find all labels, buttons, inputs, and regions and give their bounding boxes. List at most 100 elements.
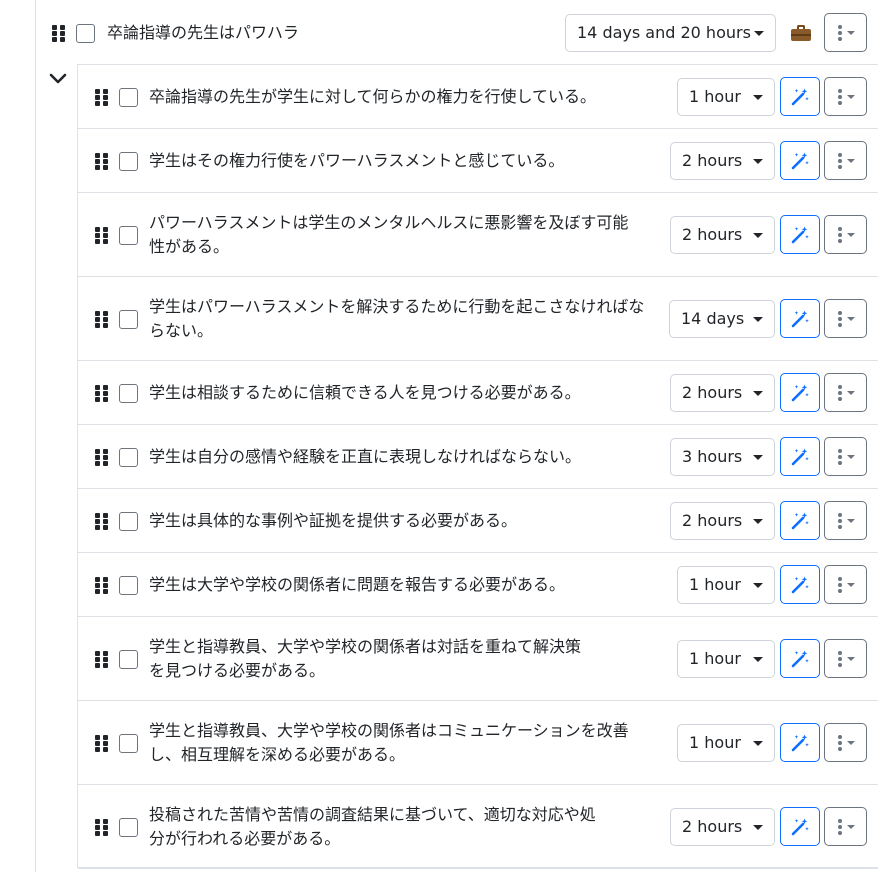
subtask-text-line: を見つける必要がある。 <box>149 661 326 680</box>
magic-wand-button[interactable] <box>780 77 820 116</box>
chevron-down-icon[interactable] <box>49 73 67 85</box>
subtask-checkbox[interactable] <box>119 512 138 531</box>
subtask-menu-button[interactable] <box>824 215 867 254</box>
grip-icon[interactable] <box>95 651 108 668</box>
subtask-duration-select[interactable]: 2 hours <box>670 216 775 254</box>
magic-wand-button[interactable] <box>780 437 820 476</box>
subtask-duration-select[interactable]: 3 hours <box>670 438 775 476</box>
kebab-menu-icon <box>838 577 842 593</box>
subtask-checkbox[interactable] <box>119 576 138 595</box>
grip-icon[interactable] <box>95 577 108 594</box>
grip-icon[interactable] <box>95 449 108 466</box>
grip-icon[interactable] <box>95 89 108 106</box>
subtask-text: パワーハラスメントは学生のメンタルヘルスに悪影響を及ぼす可能 性がある。 <box>149 211 628 259</box>
subtask-text: 卒論指導の先生が学生に対して何らかの権力を行使している。 <box>149 85 596 109</box>
grip-icon[interactable] <box>95 153 108 170</box>
subtask-duration-select[interactable]: 1 hour <box>677 78 775 116</box>
grip-icon[interactable] <box>95 311 108 328</box>
kebab-menu-icon <box>838 153 842 169</box>
magic-wand-icon <box>791 152 809 170</box>
subtask-menu-button[interactable] <box>824 373 867 412</box>
parent-menu-button[interactable] <box>824 13 867 52</box>
subtask-duration-value: 2 hours <box>682 225 743 244</box>
magic-wand-button[interactable] <box>780 373 820 412</box>
subtask-checkbox[interactable] <box>119 650 138 669</box>
subtask-duration-value: 1 hour <box>689 733 741 752</box>
grip-icon[interactable] <box>95 819 108 836</box>
subtask-row: 投稿された苦情や苦情の調査結果に基づいて、適切な対応や処 分が行われる必要がある。… <box>78 785 878 869</box>
subtask-duration-select[interactable]: 1 hour <box>677 640 775 678</box>
subtask-checkbox[interactable] <box>119 88 138 107</box>
magic-wand-button[interactable] <box>780 807 820 846</box>
subtask-duration-value: 2 hours <box>682 151 743 170</box>
subtask-checkbox[interactable] <box>119 448 138 467</box>
subtask-duration-select[interactable]: 14 days <box>669 300 775 338</box>
magic-wand-button[interactable] <box>780 215 820 254</box>
caret-down-icon <box>847 657 855 661</box>
magic-wand-button[interactable] <box>780 723 820 762</box>
magic-wand-button[interactable] <box>780 141 820 180</box>
subtask-checkbox[interactable] <box>119 384 138 403</box>
subtask-duration-select[interactable]: 1 hour <box>677 566 775 604</box>
subtask-menu-button[interactable] <box>824 141 867 180</box>
subtask-duration-value: 1 hour <box>689 87 741 106</box>
subtask-menu-button[interactable] <box>824 299 867 338</box>
subtask-menu-button[interactable] <box>824 807 867 846</box>
subtask-checkbox[interactable] <box>119 152 138 171</box>
subtask-duration-select[interactable]: 2 hours <box>670 808 775 846</box>
subtask-text-line: し、相互理解を深める必要がある。 <box>149 745 406 764</box>
subtask-checkbox[interactable] <box>119 734 138 753</box>
subtask-menu-button[interactable] <box>824 639 867 678</box>
magic-wand-icon <box>791 310 809 328</box>
caret-down-icon <box>753 657 763 662</box>
caret-down-icon <box>847 391 855 395</box>
subtask-menu-button[interactable] <box>824 565 867 604</box>
magic-wand-icon <box>791 448 809 466</box>
caret-down-icon <box>753 583 763 588</box>
subtask-duration-select[interactable]: 2 hours <box>670 142 775 180</box>
caret-down-icon <box>847 95 855 99</box>
subtask-text-line: 性がある。 <box>149 237 230 256</box>
subtask-duration-select[interactable]: 2 hours <box>670 502 775 540</box>
magic-wand-icon <box>791 734 809 752</box>
subtask-menu-button[interactable] <box>824 501 867 540</box>
grip-icon[interactable] <box>95 735 108 752</box>
grip-icon[interactable] <box>95 227 108 244</box>
subtask-checkbox[interactable] <box>119 310 138 329</box>
kebab-menu-icon <box>838 311 842 327</box>
subtask-checkbox[interactable] <box>119 818 138 837</box>
magic-wand-button[interactable] <box>780 501 820 540</box>
subtask-text: 学生は相談するために信頼できる人を見つける必要がある。 <box>149 381 581 405</box>
subtask-text-line: 学生は自分の感情や経験を正直に表現しなければならない。 <box>149 447 582 466</box>
subtask-text: 学生は自分の感情や経験を正直に表現しなければならない。 <box>149 445 581 469</box>
subtask-checkbox[interactable] <box>119 226 138 245</box>
indent-rule <box>35 0 36 872</box>
subtask-duration-value: 2 hours <box>682 817 743 836</box>
subtask-text-line: 学生はその権力行使をパワーハラスメントと感じている。 <box>149 151 565 170</box>
magic-wand-button[interactable] <box>780 639 820 678</box>
subtask-duration-select[interactable]: 2 hours <box>670 374 775 412</box>
magic-wand-button[interactable] <box>780 299 820 338</box>
subtask-text-line: 投稿された苦情や苦情の調査結果に基づいて、適切な対応や処 <box>149 805 596 824</box>
magic-wand-button[interactable] <box>780 565 820 604</box>
subtask-text: 学生と指導教員、大学や学校の関係者は対話を重ねて解決策 を見つける必要がある。 <box>149 635 581 683</box>
subtask-row: 学生は具体的な事例や証拠を提供する必要がある。 2 hours <box>78 489 878 553</box>
grip-icon[interactable] <box>95 513 108 530</box>
caret-down-icon <box>753 317 763 322</box>
kebab-menu-icon <box>838 449 842 465</box>
subtask-menu-button[interactable] <box>824 77 867 116</box>
parent-task-checkbox[interactable] <box>76 24 95 43</box>
subtask-text: 学生はパワーハラスメントを解決するために行動を起こさなければな らない。 <box>149 295 644 343</box>
grip-icon[interactable] <box>95 385 108 402</box>
grip-icon[interactable] <box>52 25 65 42</box>
subtask-text-line: 学生はパワーハラスメントを解決するために行動を起こさなければな <box>149 297 645 316</box>
subtask-text-line: 卒論指導の先生が学生に対して何らかの権力を行使している。 <box>149 87 597 106</box>
subtask-text: 学生と指導教員、大学や学校の関係者はコミュニケーションを改善 し、相互理解を深める… <box>149 719 629 767</box>
subtask-menu-button[interactable] <box>824 437 867 476</box>
subtask-text-line: 学生は相談するために信頼できる人を見つける必要がある。 <box>149 383 581 402</box>
subtask-duration-select[interactable]: 1 hour <box>677 724 775 762</box>
parent-duration-select[interactable]: 14 days and 20 hours <box>565 14 776 52</box>
subtask-menu-button[interactable] <box>824 723 867 762</box>
subtask-text-line: らない。 <box>149 321 214 340</box>
caret-down-icon <box>847 825 855 829</box>
